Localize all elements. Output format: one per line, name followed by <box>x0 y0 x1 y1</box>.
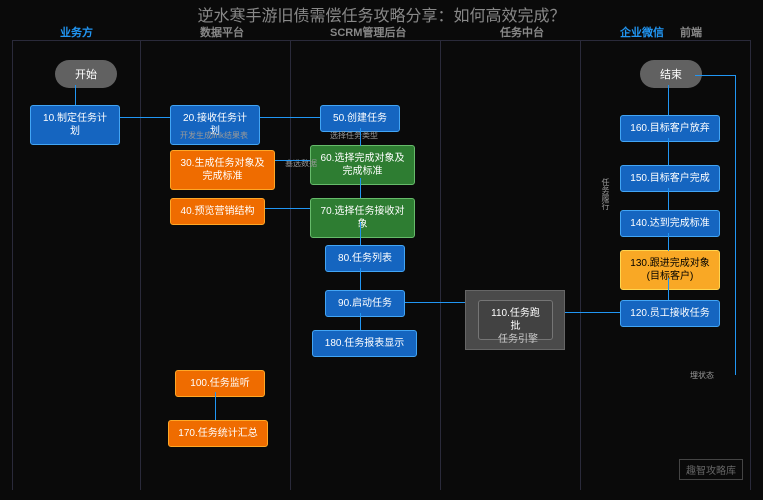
node-10: 10.制定任务计划 <box>30 105 120 145</box>
connector <box>668 233 669 251</box>
lane-line <box>580 40 581 490</box>
connector <box>120 117 170 118</box>
lane-wechat: 企业微信 <box>620 24 664 40</box>
connector <box>695 75 735 76</box>
connector <box>668 188 669 210</box>
node-90: 90.启动任务 <box>325 290 405 317</box>
node-60: 60.选择完成对象及完成标准 <box>310 145 415 185</box>
node-120: 120.员工接收任务 <box>620 300 720 327</box>
connector <box>260 117 320 118</box>
connector <box>75 85 76 105</box>
watermark: 趣智攻略库 <box>679 459 743 480</box>
connector <box>360 313 361 330</box>
node-150: 150.目标客户完成 <box>620 165 720 192</box>
connector <box>360 268 361 290</box>
end-terminal: 结束 <box>640 60 702 88</box>
connector <box>275 160 310 161</box>
lane-line <box>140 40 141 490</box>
connector <box>565 312 620 313</box>
connector <box>215 392 216 420</box>
node-140: 140.达到完成标准 <box>620 210 720 237</box>
node-130: 130.跟进完成对象(目标客户) <box>620 250 720 290</box>
node-70: 70.选择任务接收对象 <box>310 198 415 238</box>
connector <box>360 178 361 198</box>
node-160: 160.目标客户放弃 <box>620 115 720 142</box>
annotation-fulfil: 任务履行 <box>600 178 611 210</box>
engine-label: 任务引擎 <box>498 330 538 345</box>
connector <box>668 278 669 300</box>
node-30: 30.生成任务对象及完成标准 <box>170 150 275 190</box>
connector <box>360 222 361 245</box>
lane-line <box>12 40 13 490</box>
connector <box>735 75 736 375</box>
node-40: 40.预览营销结构 <box>170 198 265 225</box>
lane-business: 业务方 <box>60 24 93 40</box>
node-100: 100.任务监听 <box>175 370 265 397</box>
lane-frontend: 前端 <box>680 24 702 40</box>
annotation-bury: 埋状态 <box>690 370 714 381</box>
connector <box>668 138 669 165</box>
top-divider <box>12 40 751 41</box>
page-title: 逆水寒手游旧债需偿任务攻略分享：如何高效完成？ <box>197 2 565 26</box>
connector <box>265 208 310 209</box>
lane-line <box>290 40 291 490</box>
node-80: 80.任务列表 <box>325 245 405 272</box>
lane-line <box>440 40 441 490</box>
connector <box>360 128 361 146</box>
lane-line <box>750 40 751 490</box>
annotation-link: 开发生成link结果表 <box>180 130 248 141</box>
lane-data: 数据平台 <box>200 24 244 40</box>
connector <box>668 85 669 115</box>
node-170: 170.任务统计汇总 <box>168 420 268 447</box>
lane-scrm: SCRM管理后台 <box>330 24 406 40</box>
annotation-type: 选择任务类型 <box>330 130 378 141</box>
start-terminal: 开始 <box>55 60 117 88</box>
lane-task: 任务中台 <box>500 24 544 40</box>
connector <box>405 302 465 303</box>
node-180: 180.任务报表显示 <box>312 330 417 357</box>
